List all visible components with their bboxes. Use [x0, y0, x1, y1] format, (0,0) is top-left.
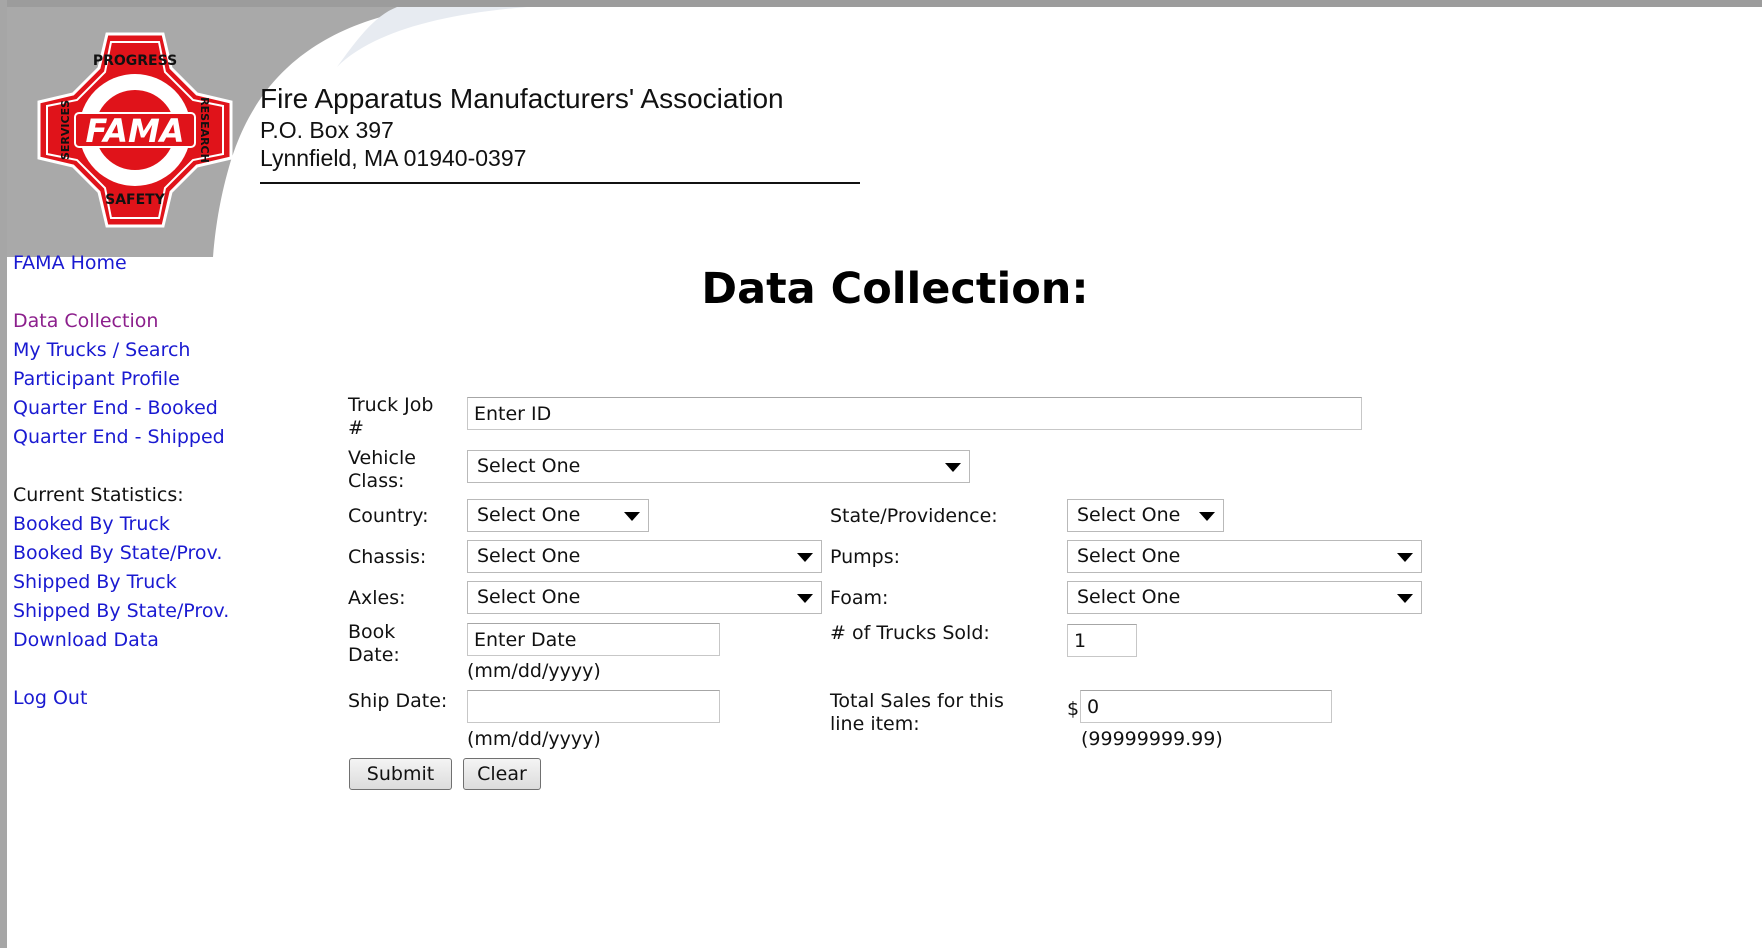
nav-my-trucks-search[interactable]: My Trucks / Search [13, 335, 190, 366]
truck-job-label-line2: # [348, 417, 364, 439]
chassis-select-value: Select One [477, 545, 581, 567]
pumps-select-value: Select One [1077, 545, 1181, 567]
trucks-sold-input[interactable] [1067, 624, 1137, 657]
page-title: Data Collection: [701, 264, 1089, 314]
total-sales-label-line1: Total Sales for this [830, 690, 1004, 712]
nav-quarter-end-booked[interactable]: Quarter End - Booked [13, 393, 218, 424]
pumps-select[interactable]: Select One [1067, 540, 1422, 573]
pumps-label: Pumps: [830, 546, 901, 568]
vehicle-class-label-line2: Class: [348, 470, 405, 492]
address-line-2: Lynnfield, MA 01940-0397 [260, 145, 527, 171]
truck-job-input[interactable] [467, 397, 1362, 430]
logo-top-text: PROGRESS [93, 53, 177, 69]
logo-center-text: FAMA [85, 112, 184, 150]
ship-date-label: Ship Date: [348, 690, 448, 712]
chassis-label: Chassis: [348, 546, 427, 568]
vehicle-class-label-line1: Vehicle [348, 447, 416, 469]
nav-log-out[interactable]: Log Out [13, 683, 87, 714]
book-date-label-line1: Book [348, 621, 396, 643]
book-date-label: Book Date: [348, 621, 400, 667]
nav-statistics-heading: Current Statistics: [13, 484, 184, 506]
book-date-input[interactable] [467, 623, 720, 656]
total-sales-label-line2: line item: [830, 713, 920, 735]
vehicle-class-label: Vehicle Class: [348, 447, 416, 493]
window-left-border [0, 0, 7, 948]
chevron-down-icon [1397, 594, 1413, 603]
nav-shipped-by-truck[interactable]: Shipped By Truck [13, 567, 177, 598]
nav-quarter-end-shipped[interactable]: Quarter End - Shipped [13, 422, 225, 453]
total-sales-format-hint: (99999999.99) [1081, 728, 1223, 750]
header-divider [260, 182, 860, 184]
vehicle-class-select[interactable]: Select One [467, 450, 970, 483]
foam-select-value: Select One [1077, 586, 1181, 608]
state-select-value: Select One [1077, 504, 1181, 526]
chevron-down-icon [945, 463, 961, 472]
address-line-1: P.O. Box 397 [260, 117, 394, 143]
chevron-down-icon [624, 512, 640, 521]
trucks-sold-label: # of Trucks Sold: [830, 622, 990, 644]
window-top-border [0, 0, 1762, 7]
ship-date-format-hint: (mm/dd/yyyy) [467, 728, 601, 750]
chevron-down-icon [1397, 553, 1413, 562]
logo-right-text: RESEARCH [198, 97, 211, 163]
chevron-down-icon [1199, 512, 1215, 521]
chassis-select[interactable]: Select One [467, 540, 822, 573]
vehicle-class-select-value: Select One [477, 455, 581, 477]
nav-booked-by-truck[interactable]: Booked By Truck [13, 509, 170, 540]
total-sales-input[interactable] [1080, 690, 1332, 723]
state-select[interactable]: Select One [1067, 499, 1224, 532]
total-sales-label: Total Sales for this line item: [830, 690, 1004, 736]
currency-symbol: $ [1067, 698, 1080, 720]
country-label: Country: [348, 505, 429, 527]
clear-button[interactable]: Clear [463, 758, 541, 790]
axles-select-value: Select One [477, 586, 581, 608]
fama-logo: FAMA PROGRESS SAFETY SERVICES RESEARCH [37, 32, 233, 228]
nav-participant-profile[interactable]: Participant Profile [13, 364, 180, 395]
state-label: State/Providence: [830, 505, 998, 527]
submit-button[interactable]: Submit [349, 758, 452, 790]
book-date-label-line2: Date: [348, 644, 400, 666]
chevron-down-icon [797, 553, 813, 562]
axles-label: Axles: [348, 587, 406, 609]
logo-left-text: SERVICES [59, 100, 72, 160]
chevron-down-icon [797, 594, 813, 603]
nav-booked-by-state[interactable]: Booked By State/Prov. [13, 538, 222, 569]
country-select[interactable]: Select One [467, 499, 649, 532]
ship-date-input[interactable] [467, 690, 720, 723]
truck-job-label-line1: Truck Job [348, 394, 434, 416]
book-date-format-hint: (mm/dd/yyyy) [467, 660, 601, 682]
foam-label: Foam: [830, 587, 889, 609]
nav-shipped-by-state[interactable]: Shipped By State/Prov. [13, 596, 229, 627]
foam-select[interactable]: Select One [1067, 581, 1422, 614]
axles-select[interactable]: Select One [467, 581, 822, 614]
truck-job-label: Truck Job # [348, 394, 433, 440]
organization-info: Fire Apparatus Manufacturers' Associatio… [260, 82, 784, 172]
organization-name: Fire Apparatus Manufacturers' Associatio… [260, 83, 784, 114]
logo-bottom-text: SAFETY [105, 192, 166, 208]
country-select-value: Select One [477, 504, 581, 526]
nav-download-data[interactable]: Download Data [13, 625, 159, 656]
